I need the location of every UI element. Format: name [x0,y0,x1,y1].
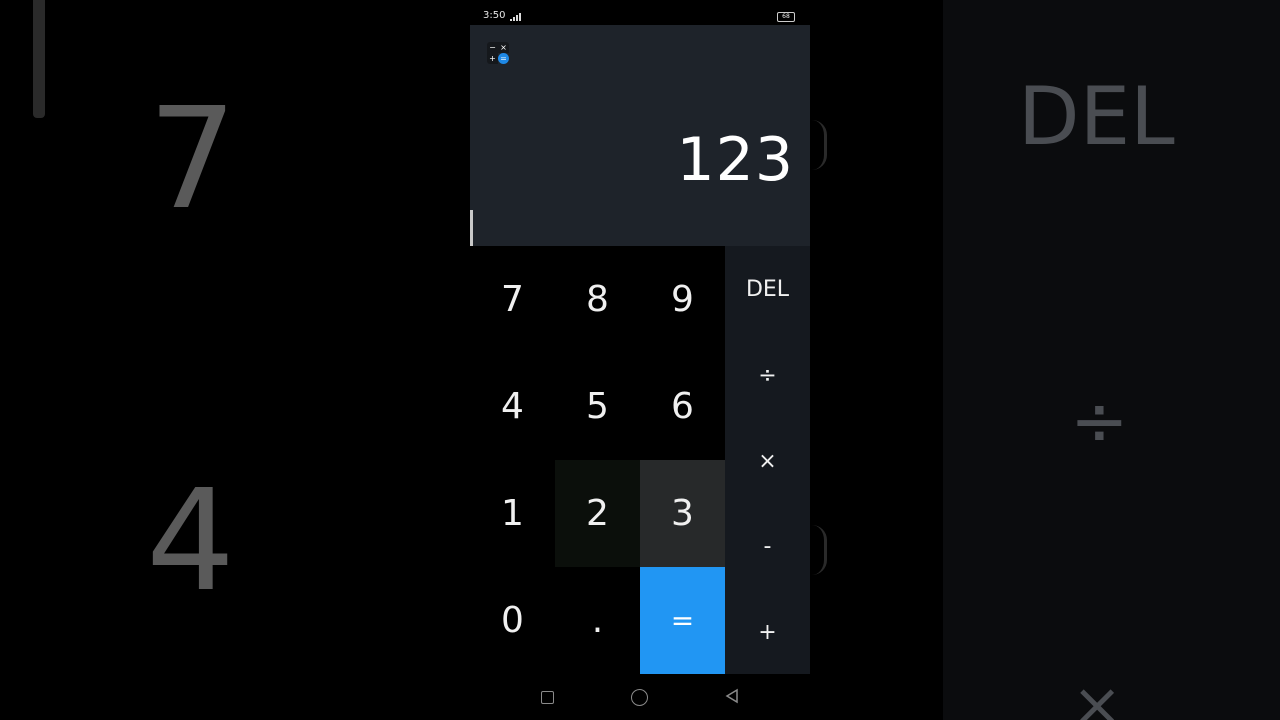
background-digit-four: 4 [146,460,236,623]
background-digit-seven: 7 [148,78,238,241]
plus-icon: + [487,53,498,64]
calculator-app-icon[interactable]: − × + = [487,42,511,66]
operator-panel: DEL ÷ × - + [725,246,810,674]
display-result: 123 [676,125,794,195]
key-9[interactable]: 9 [640,246,725,353]
number-pad: 7 8 9 4 5 6 1 2 3 0 . = [470,246,725,674]
subtract-button[interactable]: - [725,503,810,589]
background-scroll-sliver [33,0,45,118]
key-decimal[interactable]: . [555,567,640,674]
key-4[interactable]: 4 [470,353,555,460]
signal-icon [510,13,522,21]
equals-button[interactable]: = [640,567,725,674]
equals-icon: = [498,53,509,64]
minus-icon: − [487,42,498,53]
background-ring-bottom [812,525,827,575]
key-7[interactable]: 7 [470,246,555,353]
status-time: 3:50 [483,10,506,21]
key-8[interactable]: 8 [555,246,640,353]
key-2[interactable]: 2 [555,460,640,567]
multiply-button[interactable]: × [725,418,810,504]
key-6[interactable]: 6 [640,353,725,460]
times-icon: × [498,42,509,53]
key-5[interactable]: 5 [555,353,640,460]
battery-icon: 68 [777,12,795,22]
add-button[interactable]: + [725,589,810,675]
background-mid-panel [810,0,943,720]
calculator-display: − × + = 123 [470,25,810,246]
phone-screen: 3:50 68 − × + = 123 7 8 9 4 5 6 1 2 3 0 … [470,0,810,720]
key-3[interactable]: 3 [640,460,725,567]
recent-apps-icon[interactable] [541,691,554,704]
divide-button[interactable]: ÷ [725,332,810,418]
home-icon[interactable] [631,689,648,706]
status-bar: 3:50 68 [470,0,810,25]
key-0[interactable]: 0 [470,567,555,674]
key-1[interactable]: 1 [470,460,555,567]
navigation-bar [470,674,810,720]
background-multiply-label: × [1072,670,1123,720]
background-divide-label: ÷ [1070,380,1129,462]
background-del-label: DEL [1018,70,1175,163]
back-icon[interactable] [724,688,740,704]
background-ring-top [812,120,827,170]
delete-button[interactable]: DEL [725,246,810,332]
